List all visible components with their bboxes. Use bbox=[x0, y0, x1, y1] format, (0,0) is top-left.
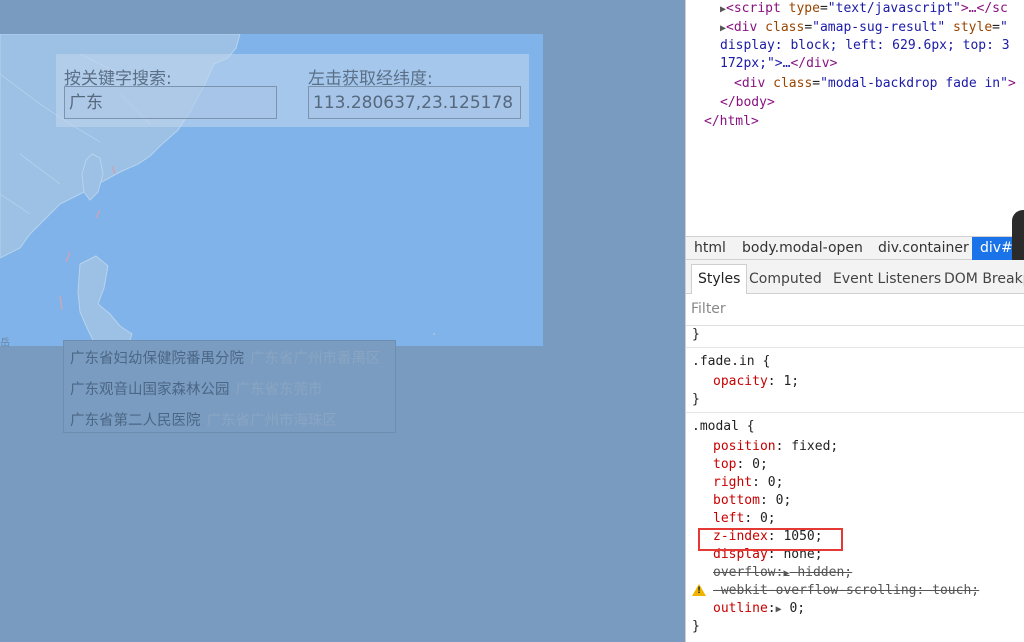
suggestion-address: 广东省广州市番禺区 bbox=[250, 351, 381, 367]
css-prop-value: touch; bbox=[932, 583, 980, 598]
css-prop-name: bottom bbox=[713, 493, 760, 508]
tab-styles[interactable]: Styles bbox=[691, 264, 748, 294]
dom-body-close[interactable]: </body> bbox=[720, 94, 775, 112]
css-prop-value: 0; bbox=[789, 601, 806, 616]
attr-name: type bbox=[788, 1, 820, 16]
suggestion-name: 广东观音山国家森林公园 bbox=[70, 382, 230, 398]
tab-event-listeners[interactable]: Event Listeners bbox=[833, 265, 941, 295]
rule-divider bbox=[686, 347, 1024, 348]
keyword-search-input[interactable]: 广东 bbox=[64, 86, 277, 119]
dom-node-script[interactable]: ▶<script type="text/javascript">…</sc bbox=[720, 0, 1008, 19]
css-prop-value: 0; bbox=[759, 511, 776, 526]
expand-triangle-icon[interactable]: ▶ bbox=[783, 568, 789, 579]
rule-close-brace: } bbox=[692, 392, 700, 407]
annotation-highlight-box bbox=[698, 528, 843, 551]
attr-value: " bbox=[1000, 20, 1008, 35]
css-prop-value: 0; bbox=[752, 457, 768, 472]
suggestion-item[interactable]: 广东省第二人民医院 广东省广州市海珠区 bbox=[70, 409, 337, 430]
tag-open: <div bbox=[726, 20, 758, 35]
suggestion-address: 广东省广州市海珠区 bbox=[206, 413, 338, 429]
css-property[interactable]: top: 0; bbox=[713, 456, 768, 474]
attr-name: class bbox=[773, 76, 813, 91]
rule-selector-modal[interactable]: .modal { bbox=[692, 418, 755, 436]
warning-icon-mark: ! bbox=[697, 586, 702, 596]
rule-divider bbox=[686, 412, 1024, 413]
devtools-panel: ▶<script type="text/javascript">…</sc ▶<… bbox=[685, 0, 1024, 642]
page-viewport: 按关键字搜索: 广东 左击获取经纬度: 113.280637,23.125178… bbox=[0, 0, 685, 642]
attr-value: "modal-backdrop fade in" bbox=[820, 76, 1008, 91]
attr-value: 172px;">… bbox=[720, 56, 791, 71]
rule-close-brace: } bbox=[692, 619, 700, 634]
philippines-shape bbox=[77, 255, 133, 346]
suggestion-item[interactable]: 广东省妇幼保健院番禺分院 广东省广州市番禺区 bbox=[70, 347, 381, 368]
css-property-invalid[interactable]: -webkit-overflow-scrolling: touch; bbox=[713, 582, 979, 600]
attr-value: "amap-sug-result" bbox=[812, 20, 946, 35]
dom-node-sug-result[interactable]: ▶<div class="amap-sug-result" style=" bbox=[720, 19, 1008, 38]
boundary-mark-small bbox=[59, 295, 63, 311]
tag-close: </div> bbox=[790, 56, 838, 71]
expand-triangle-icon[interactable]: ▶ bbox=[776, 604, 782, 615]
css-prop-name: left bbox=[713, 511, 745, 526]
suggestion-list: 广东省妇幼保健院番禺分院 广东省广州市番禺区 广东观音山国家森林公园 广东省东莞市 … bbox=[63, 340, 396, 433]
suggestion-item[interactable]: 广东观音山国家森林公园 广东省东莞市 bbox=[70, 378, 323, 399]
css-prop-value: hidden; bbox=[797, 565, 853, 580]
breadcrumb-container[interactable]: div.container bbox=[878, 237, 969, 260]
attr-name: style bbox=[953, 20, 993, 35]
map-search-panel: 按关键字搜索: 广东 左击获取经纬度: 113.280637,23.125178 bbox=[56, 54, 529, 127]
tag-rest: >…</sc bbox=[960, 1, 1008, 16]
tag-open: <div bbox=[734, 76, 766, 91]
rule-selector-fade-in[interactable]: .fade.in { bbox=[692, 353, 770, 371]
css-property[interactable]: left: 0; bbox=[713, 510, 776, 528]
suggestion-name: 广东省第二人民医院 bbox=[70, 413, 201, 429]
tag-open: <script bbox=[726, 1, 781, 16]
css-prop-value: 0; bbox=[767, 475, 784, 490]
attr-value: "text/javascript" bbox=[827, 1, 961, 16]
breadcrumb-body[interactable]: body.modal-open bbox=[742, 237, 863, 260]
css-prop-name: right bbox=[713, 475, 753, 490]
css-property[interactable]: opacity: 1; bbox=[713, 373, 799, 391]
suggestion-address: 广东省东莞市 bbox=[235, 382, 323, 398]
attr-name: class bbox=[765, 20, 805, 35]
css-property[interactable]: position: fixed; bbox=[713, 438, 838, 456]
tab-computed[interactable]: Computed bbox=[749, 265, 822, 295]
breadcrumb-html[interactable]: html bbox=[694, 237, 726, 260]
suggestion-name: 广东省妇幼保健院番禺分院 bbox=[70, 351, 244, 367]
rule-close-brace: } bbox=[692, 327, 700, 342]
css-property[interactable]: bottom: 0; bbox=[713, 492, 791, 510]
map-corner-text: 岳 bbox=[0, 338, 10, 349]
styles-tabbar: Styles Computed Event Listeners DOM Brea… bbox=[686, 260, 1024, 294]
dom-html-close[interactable]: </html> bbox=[704, 113, 759, 131]
breadcrumb: html body.modal-open div.container div#m bbox=[686, 236, 1024, 260]
dom-style-line-end: 172px;">…</div> bbox=[720, 55, 837, 73]
css-property[interactable]: outline:▶ 0; bbox=[713, 600, 805, 619]
css-prop-value: fixed; bbox=[791, 439, 839, 454]
css-prop-name: -webkit-overflow-scrolling bbox=[713, 583, 917, 598]
map-dot bbox=[433, 333, 435, 335]
css-prop-value: 0; bbox=[775, 493, 792, 508]
css-prop-name: overflow bbox=[713, 565, 776, 580]
css-property[interactable]: right: 0; bbox=[713, 474, 783, 492]
tab-dom-breakpoints[interactable]: DOM Breakp bbox=[944, 265, 1024, 295]
css-property-overridden[interactable]: overflow:▶ hidden; bbox=[713, 564, 852, 583]
css-prop-name: opacity bbox=[713, 374, 768, 389]
css-prop-name: position bbox=[713, 439, 776, 454]
css-prop-name: top bbox=[713, 457, 737, 472]
latlng-input[interactable]: 113.280637,23.125178 bbox=[308, 86, 521, 119]
css-prop-name: outline bbox=[713, 601, 768, 616]
dom-style-line: display: block; left: 629.6px; top: 3 bbox=[720, 38, 1010, 53]
css-prop-value: 1; bbox=[783, 374, 800, 389]
tag-rest: > bbox=[1007, 76, 1016, 91]
dom-node-backdrop[interactable]: <div class="modal-backdrop fade in"> bbox=[734, 75, 1016, 93]
styles-filter-input[interactable]: Filter bbox=[686, 294, 1024, 326]
